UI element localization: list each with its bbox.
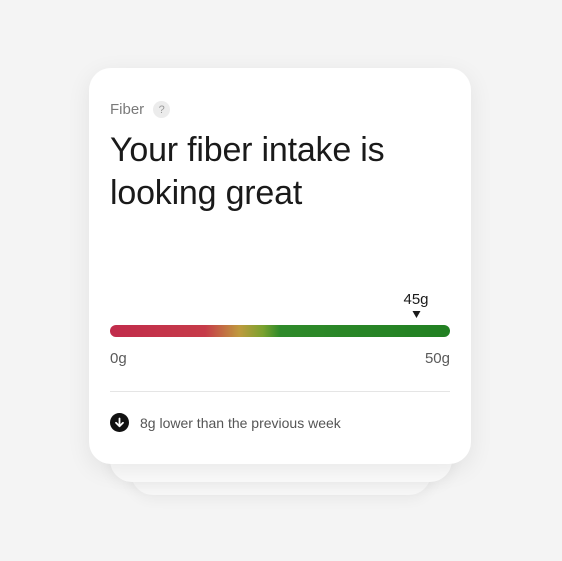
category-row: Fiber ? xyxy=(110,101,171,118)
gauge-current-marker: 45g xyxy=(403,291,429,318)
question-mark-icon[interactable]: ? xyxy=(153,101,171,118)
gauge-min-label: 0g xyxy=(110,350,127,367)
card-headline: Your fiber intake is looking great xyxy=(110,131,385,212)
fiber-card[interactable]: Fiber ? Your fiber intake is looking gre… xyxy=(89,68,471,464)
gauge-current-value: 45g xyxy=(403,291,429,308)
arrow-down-circle-icon xyxy=(110,413,129,432)
divider xyxy=(110,391,450,392)
fiber-gauge-bar xyxy=(110,325,450,337)
comparison-text: 8g lower than the previous week xyxy=(140,414,341,431)
gauge-max-label: 50g xyxy=(424,350,450,367)
comparison-row: 8g lower than the previous week xyxy=(110,413,341,432)
triangle-down-icon xyxy=(412,311,420,318)
category-label: Fiber xyxy=(110,101,145,118)
